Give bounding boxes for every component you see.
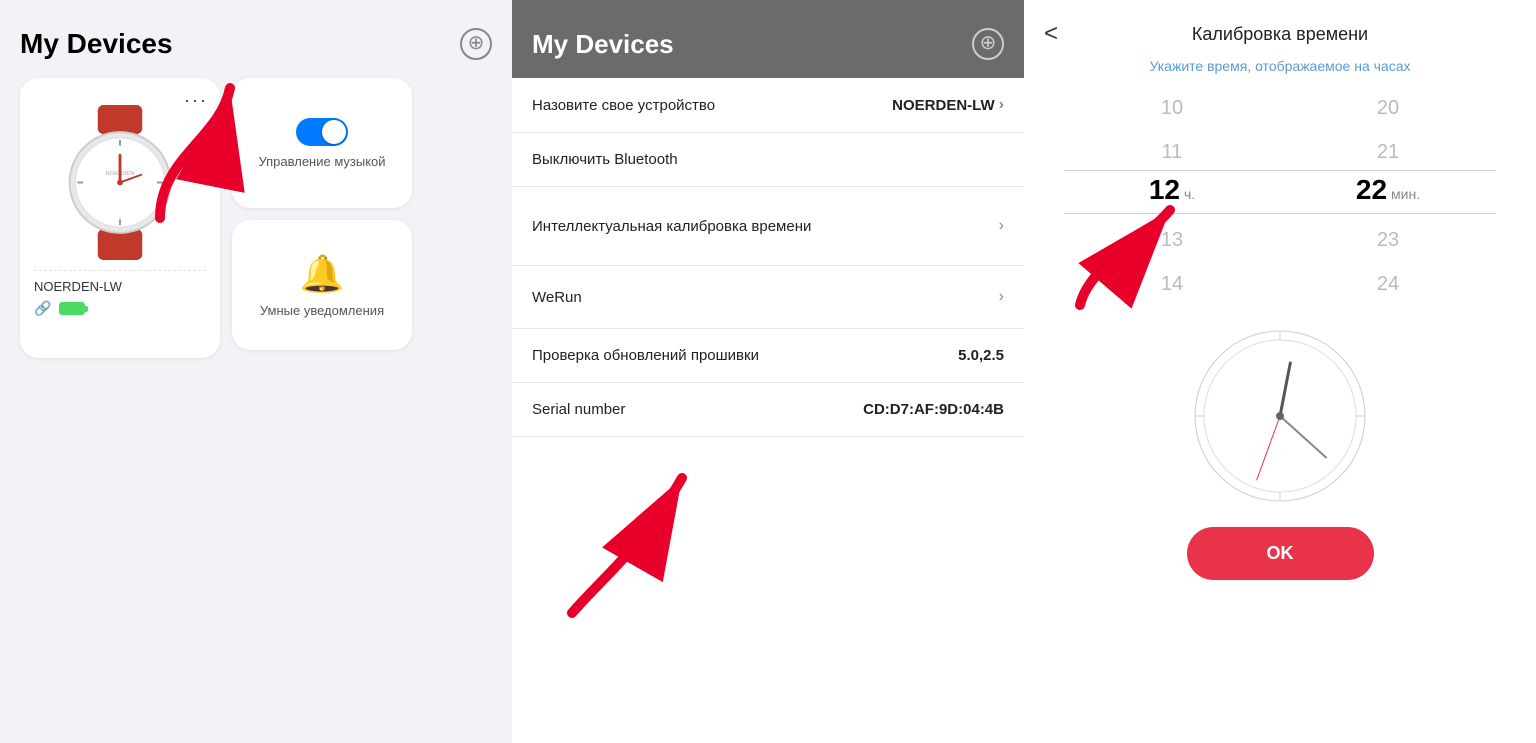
menu-item-label-bluetooth: Выключить Bluetooth xyxy=(532,151,678,168)
add-device-button[interactable]: ⊕ xyxy=(460,28,492,60)
device-card-noerden[interactable]: ··· NOERDEN xyxy=(20,78,220,358)
panel1-title: My Devices xyxy=(20,28,173,60)
hours-column[interactable]: 10 11 12 ч. 13 14 xyxy=(1064,86,1280,306)
add-icon: ⊕ xyxy=(468,33,485,53)
feature-cards-column: Управление музыкой 🔔 Умные уведомления xyxy=(232,78,412,358)
devices-grid: ··· NOERDEN xyxy=(20,78,492,358)
music-toggle[interactable] xyxy=(296,118,348,146)
bell-icon: 🔔 xyxy=(300,253,345,295)
watch-svg: NOERDEN xyxy=(55,105,185,260)
hour-11: 11 xyxy=(1064,130,1280,174)
ok-button[interactable]: OK xyxy=(1187,527,1374,580)
menu-item-device-name[interactable]: Назовите свое устройство NOERDEN-LW › xyxy=(512,78,1024,133)
hour-unit: ч. xyxy=(1184,186,1195,202)
clock-svg xyxy=(1190,326,1370,506)
min-23: 23 xyxy=(1280,218,1496,262)
watch-image: NOERDEN xyxy=(50,102,190,262)
panel-device-settings: My Devices ⊕ Назовите свое устройство NO… xyxy=(512,0,1024,743)
min-22-row: 22 мин. xyxy=(1280,174,1496,218)
min-24: 24 xyxy=(1280,262,1496,306)
minutes-column[interactable]: 20 21 22 мин. 23 24 xyxy=(1280,86,1496,306)
link-icon: 🔗 xyxy=(34,300,51,317)
panel-time-calibration: < Калибровка времени Укажите время, отоб… xyxy=(1024,0,1536,743)
panel2-title: My Devices xyxy=(532,29,674,60)
min-20: 20 xyxy=(1280,86,1496,130)
time-picker[interactable]: 10 11 12 ч. 13 14 20 21 22 мин. 23 24 xyxy=(1024,86,1536,306)
hour-14: 14 xyxy=(1064,262,1280,306)
hour-selected: 12 xyxy=(1149,174,1180,206)
clock-face-container xyxy=(1190,326,1370,511)
menu-item-label-firmware: Проверка обновлений прошивки xyxy=(532,347,759,364)
menu-item-label-time-cal: Интеллектуальная калибровка времени xyxy=(532,218,811,235)
notifications-label: Умные уведомления xyxy=(260,303,384,318)
menu-item-firmware[interactable]: Проверка обновлений прошивки 5.0,2.5 xyxy=(512,329,1024,383)
time-picker-columns: 10 11 12 ч. 13 14 20 21 22 мин. 23 24 xyxy=(1064,86,1496,306)
battery-icon xyxy=(59,302,85,315)
menu-item-label-werun: WeRun xyxy=(532,289,582,306)
panel3-title: Калибровка времени xyxy=(1068,24,1492,45)
panel1-header: My Devices ⊕ xyxy=(20,28,492,60)
menu-item-werun[interactable]: WeRun › xyxy=(512,266,1024,329)
chevron-icon-2: › xyxy=(999,217,1004,235)
panel3-subtitle: Укажите время, отображаемое на часах xyxy=(1149,58,1410,74)
feature-card-music[interactable]: Управление музыкой xyxy=(232,78,412,208)
minute-unit: мин. xyxy=(1391,186,1420,202)
music-label: Управление музыкой xyxy=(258,154,385,169)
panel3-nav: < Калибровка времени xyxy=(1024,0,1536,58)
minute-selected: 22 xyxy=(1356,174,1387,206)
hour-12-row: 12 ч. xyxy=(1064,174,1280,218)
panel2-header: My Devices ⊕ xyxy=(512,0,1024,78)
panel-my-devices-home: My Devices ⊕ ··· NOERDEN xyxy=(0,0,512,743)
menu-item-label-device-name: Назовите свое устройство xyxy=(532,97,715,114)
device-status-row: 🔗 xyxy=(34,300,206,317)
device-name: NOERDEN-LW xyxy=(34,270,206,294)
menu-item-value-device-name: NOERDEN-LW › xyxy=(892,96,1004,114)
back-button[interactable]: < xyxy=(1044,20,1058,48)
menu-item-serial[interactable]: Serial number CD:D7:AF:9D:04:4B xyxy=(512,383,1024,437)
hour-13: 13 xyxy=(1064,218,1280,262)
chevron-icon-3: › xyxy=(999,288,1004,306)
menu-item-label-serial: Serial number xyxy=(532,401,625,418)
settings-menu-list: Назовите свое устройство NOERDEN-LW › Вы… xyxy=(512,78,1024,743)
menu-item-bluetooth[interactable]: Выключить Bluetooth xyxy=(512,133,1024,187)
feature-card-notifications[interactable]: 🔔 Умные уведомления xyxy=(232,220,412,350)
panel2-add-icon: ⊕ xyxy=(980,33,997,53)
chevron-icon-0: › xyxy=(999,96,1004,114)
panel2-add-button[interactable]: ⊕ xyxy=(972,28,1004,60)
hour-10: 10 xyxy=(1064,86,1280,130)
menu-item-value-serial: CD:D7:AF:9D:04:4B xyxy=(863,401,1004,418)
menu-item-value-firmware: 5.0,2.5 xyxy=(958,347,1004,364)
menu-item-time-calibration[interactable]: Интеллектуальная калибровка времени › xyxy=(512,187,1024,266)
min-21: 21 xyxy=(1280,130,1496,174)
